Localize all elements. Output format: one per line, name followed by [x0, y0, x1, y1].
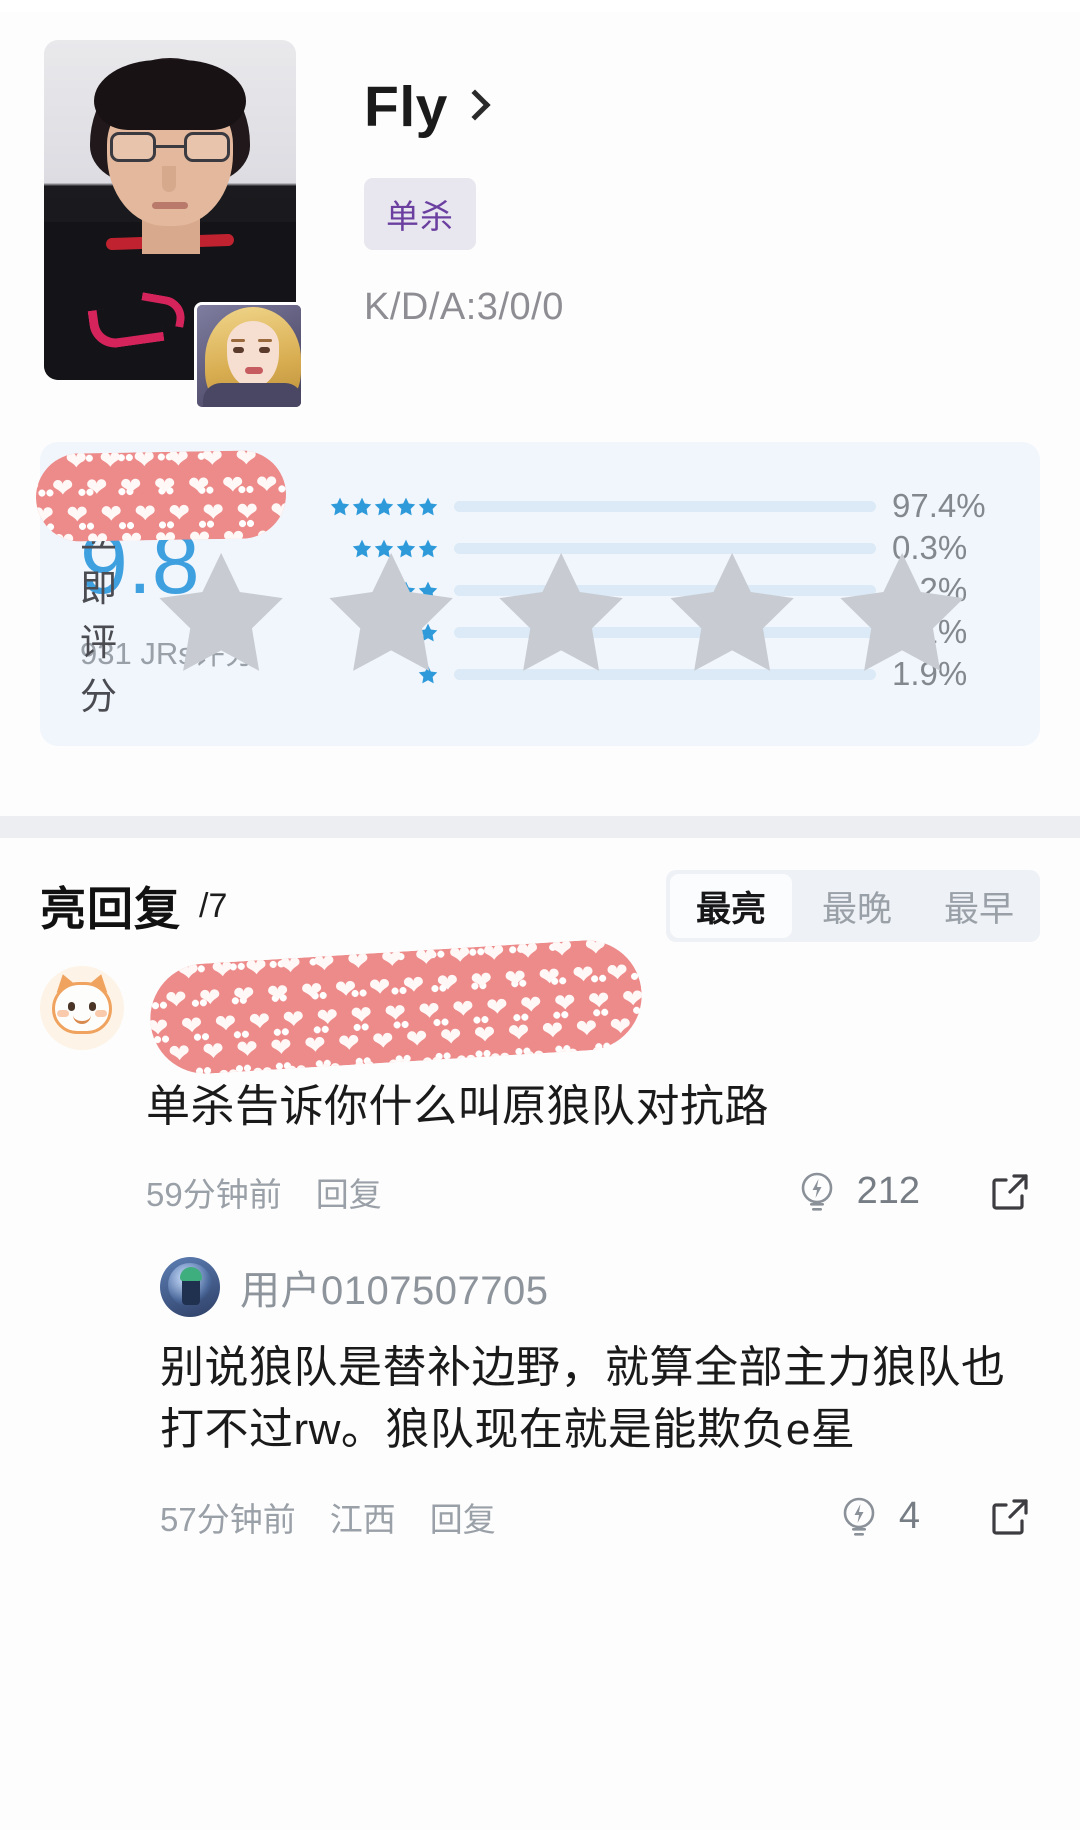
- nested-reply: 用户0107507705 别说狼队是替补边野，就算全部主力狼队也打不过rw。狼队…: [146, 1256, 1040, 1548]
- rate-star-5[interactable]: [836, 546, 968, 678]
- player-name: Fly: [364, 75, 448, 139]
- sort-tab-2[interactable]: 最晚: [796, 870, 918, 942]
- nested-meta-row: 57分钟前 江西 回复 4: [160, 1486, 1040, 1548]
- comment-time: 59分钟前: [146, 1175, 282, 1213]
- nested-location: 江西: [329, 1500, 396, 1538]
- share-external-icon[interactable]: [986, 1493, 1034, 1541]
- bulb-icon[interactable]: [795, 1169, 839, 1215]
- kda-stat: K/D/A:3/0/0: [364, 286, 564, 328]
- sort-tab-3[interactable]: 最早: [918, 870, 1040, 942]
- comment-body: 单杀告诉你什么叫原狼队对抗路 59分钟前 回复 212 用户0107507705…: [124, 960, 1040, 1548]
- nested-user-row[interactable]: 用户0107507705: [160, 1256, 1040, 1317]
- rate-now-stars[interactable]: [155, 546, 1010, 678]
- app-root: Fly 单杀 K/D/A:3/0/0 9.8 931 JRs评分 97.4% 0.…: [0, 0, 1080, 1830]
- status-bar: [0, 0, 1080, 12]
- hero-avatar-image: [194, 302, 304, 410]
- rate-star-3[interactable]: [495, 546, 627, 678]
- rating-card: 9.8 931 JRs评分 97.4%0.3%0.2%0.1%1.9% 立即评分: [40, 442, 1040, 746]
- share-external-icon[interactable]: [986, 1168, 1034, 1216]
- comment-username-placeholder: [146, 960, 1040, 1078]
- rate-star-4[interactable]: [666, 546, 798, 678]
- replies-section: 亮回复 /7 最亮 最晚 最早 单杀告诉你什么叫原狼队对抗路 59分钟前 回复 …: [0, 838, 1080, 1548]
- rate-now-label: 立即评分: [80, 514, 118, 717]
- replies-count: /7: [199, 886, 228, 925]
- player-header: Fly 单杀 K/D/A:3/0/0: [0, 12, 1080, 432]
- nested-like-count: 4: [898, 1495, 920, 1538]
- rate-now-row[interactable]: 立即评分: [80, 504, 1010, 720]
- portrait-wrapper: [44, 40, 304, 432]
- sort-tab-1[interactable]: 最亮: [669, 874, 792, 938]
- nested-username: 用户0107507705: [240, 1268, 549, 1313]
- player-info: Fly 单杀 K/D/A:3/0/0: [296, 40, 564, 432]
- nested-actions: 4: [837, 1493, 1040, 1541]
- status-badge: 单杀: [364, 178, 476, 250]
- nested-reply-button[interactable]: 回复: [430, 1493, 496, 1541]
- user-avatar-icon[interactable]: [160, 1256, 220, 1317]
- replies-header: 亮回复 /7 最亮 最晚 最早: [40, 838, 1040, 950]
- cat-avatar-icon[interactable]: [40, 966, 124, 1050]
- nested-reply-text: 别说狼队是替补边野，就算全部主力狼队也打不过rw。狼队现在就是能欺负e星: [160, 1342, 1006, 1455]
- section-divider: [0, 816, 1080, 838]
- rate-star-2[interactable]: [325, 546, 457, 678]
- replies-title: 亮回复: [40, 883, 181, 935]
- chevron-right-icon: [459, 89, 491, 121]
- comment-item: 单杀告诉你什么叫原狼队对抗路 59分钟前 回复 212 用户0107507705…: [40, 950, 1040, 1548]
- comment-reply-button[interactable]: 回复: [316, 1168, 382, 1216]
- comment-text: 单杀告诉你什么叫原狼队对抗路: [146, 1082, 769, 1131]
- bulb-icon[interactable]: [837, 1494, 881, 1540]
- nested-time: 57分钟前: [160, 1500, 296, 1538]
- comment-actions: 212: [795, 1168, 1040, 1216]
- player-name-link[interactable]: Fly: [364, 74, 564, 140]
- rate-star-1[interactable]: [155, 546, 287, 678]
- comment-meta-row: 59分钟前 回复 212: [146, 1161, 1040, 1223]
- comment-like-count: 212: [856, 1170, 920, 1213]
- sort-tabs[interactable]: 最亮 最晚 最早: [665, 870, 1040, 942]
